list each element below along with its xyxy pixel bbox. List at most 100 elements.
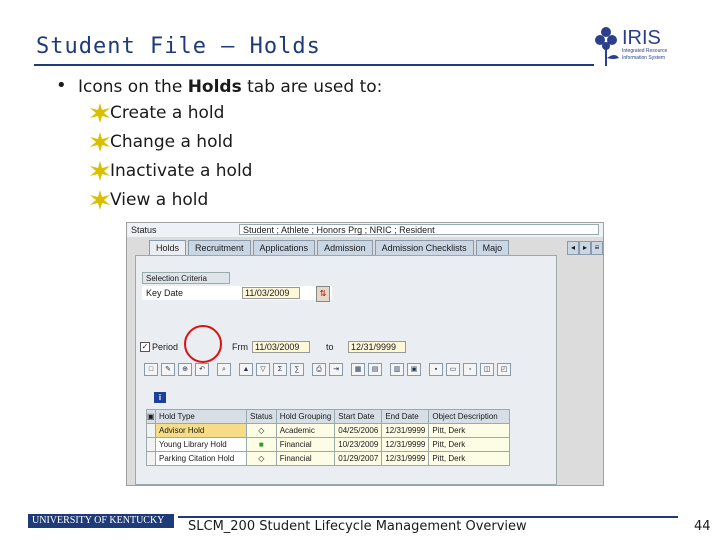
cell-end: 12/31/9999 (381, 423, 430, 438)
cell-description: Pitt, Derk (428, 451, 511, 466)
select-all-icon[interactable]: ▣ (146, 409, 156, 424)
cell-hold-type: Young Library Hold (155, 437, 247, 452)
star-bullet-icon (90, 132, 110, 152)
cell-hold-type: Advisor Hold (155, 423, 247, 438)
save-layout-icon[interactable]: ▣ (407, 362, 421, 376)
details-icon[interactable]: ◰ (497, 362, 511, 376)
cell-start: 01/29/2007 (334, 451, 383, 466)
tab-scroll-right-icon[interactable]: ▸ (579, 241, 591, 255)
from-date-input[interactable]: 11/03/2009 (252, 341, 310, 353)
table-row[interactable]: Young Library Hold ■ Financial 10/23/200… (146, 437, 511, 452)
table-header-row: ▣ Hold Type Status Hold Grouping Start D… (146, 409, 511, 424)
tab-admission-checklists[interactable]: Admission Checklists (374, 240, 474, 255)
period-checkbox[interactable]: ✓ (140, 342, 150, 352)
iris-logo: IRIS Integrated Resource Information Sys… (595, 27, 668, 66)
logo-subtitle-1: Integrated Resource (622, 48, 668, 54)
history-icon[interactable]: ◫ (480, 362, 494, 376)
period-label: Period (152, 342, 179, 352)
status-label: Status (131, 225, 157, 235)
star-bullet-icon (90, 103, 110, 123)
tab-admission[interactable]: Admission (317, 240, 373, 255)
footer-text: SLCM_200 Student Lifecycle Management Ov… (188, 519, 527, 534)
to-date-input[interactable]: 12/31/9999 (348, 341, 406, 353)
tab-holds[interactable]: Holds (149, 240, 187, 255)
sub-item-inactivate: Inactivate a hold (90, 161, 252, 181)
highlight-circle (184, 325, 222, 363)
row-selector[interactable] (146, 451, 156, 466)
cell-end: 12/31/9999 (381, 451, 430, 466)
cell-description: Pitt, Derk (428, 423, 511, 438)
cell-end: 12/31/9999 (381, 437, 430, 452)
attach-icon[interactable]: ▫ (463, 362, 477, 376)
cell-grouping: Financial (275, 451, 336, 466)
sub-item-view: View a hold (90, 190, 208, 210)
col-end-date[interactable]: End Date (381, 409, 430, 424)
key-date-row: Key Date 11/03/2009 (142, 286, 332, 300)
cell-start: 10/23/2009 (334, 437, 383, 452)
row-selector[interactable] (146, 437, 156, 452)
star-bullet-icon (90, 161, 110, 181)
col-object-description[interactable]: Object Description (428, 409, 511, 424)
sum-icon[interactable]: Σ (273, 362, 287, 376)
filter-icon[interactable]: ▽ (256, 362, 270, 376)
status-bar: Status Student ; Athlete ; Honors Prg ; … (127, 223, 603, 237)
print-icon[interactable]: ⎙ (312, 362, 326, 376)
holds-panel: Selection Criteria Key Date 11/03/2009 ⇅… (135, 255, 557, 485)
tab-list-icon[interactable]: ≡ (591, 241, 603, 255)
cell-hold-type: Parking Citation Hold (155, 451, 247, 466)
edit-icon[interactable]: ✎ (161, 362, 175, 376)
status-active-icon: ■ (246, 437, 277, 452)
status-value: Student ; Athlete ; Honors Prg ; NRIC ; … (239, 224, 599, 235)
cell-start: 04/25/2006 (334, 423, 383, 438)
key-date-label: Key Date (146, 288, 184, 298)
info-doc-icon[interactable]: ▭ (446, 362, 460, 376)
from-label: Frm (232, 342, 248, 352)
cell-grouping: Academic (275, 423, 336, 438)
holds-toolbar: □ ✎ ⊕ ↶ ⌕ ▲ ▽ Σ ∑ ⎙ ⇥ ▦ ▤ ▥ ▣ ▪ ▭ ▫ ◫ ◰ (144, 360, 574, 378)
cell-description: Pitt, Derk (428, 437, 511, 452)
col-hold-grouping[interactable]: Hold Grouping (275, 409, 336, 424)
export-icon[interactable]: ⇥ (329, 362, 343, 376)
page-number: 44 (694, 519, 711, 534)
sub-item-create: Create a hold (90, 103, 224, 123)
uk-logo: UNIVERSITY OF KENTUCKY (28, 514, 174, 528)
title-underline (34, 64, 594, 66)
col-start-date[interactable]: Start Date (334, 409, 383, 424)
status-inactive-icon: ◇ (246, 423, 277, 438)
tab-recruitment[interactable]: Recruitment (188, 240, 251, 255)
sub-item-change: Change a hold (90, 132, 233, 152)
logo-name: IRIS (622, 27, 661, 49)
row-selector[interactable] (146, 423, 156, 438)
create-hold-icon[interactable]: ⊕ (178, 362, 192, 376)
info-icon[interactable]: i (154, 392, 166, 403)
table-row[interactable]: Parking Citation Hold ◇ Financial 01/29/… (146, 451, 511, 466)
cell-grouping: Financial (275, 437, 336, 452)
key-date-input[interactable]: 11/03/2009 (242, 287, 300, 299)
new-icon[interactable]: □ (144, 362, 158, 376)
search-icon[interactable]: ⌕ (217, 362, 231, 376)
subtotal-icon[interactable]: ∑ (290, 362, 304, 376)
col-hold-type[interactable]: Hold Type (155, 409, 247, 424)
lock-icon[interactable]: ▪ (429, 362, 443, 376)
tab-applications[interactable]: Applications (252, 240, 316, 255)
grid-icon[interactable]: ▦ (351, 362, 365, 376)
col-status[interactable]: Status (246, 409, 277, 424)
refresh-icon[interactable]: ⇅ (316, 286, 330, 302)
holds-table: ▣ Hold Type Status Hold Grouping Start D… (146, 409, 511, 466)
tab-strip: Holds Recruitment Applications Admission… (149, 240, 511, 256)
table-row[interactable]: Advisor Hold ◇ Academic 04/25/2006 12/31… (146, 423, 511, 438)
select-layout-icon[interactable]: ▥ (390, 362, 404, 376)
sort-asc-icon[interactable]: ▲ (239, 362, 253, 376)
tab-majors[interactable]: Majo (475, 240, 510, 255)
selection-criteria-tab[interactable]: Selection Criteria (142, 272, 230, 284)
footer-rule (178, 516, 678, 518)
status-inactive-icon: ◇ (246, 451, 277, 466)
bullet-dot: • (56, 75, 67, 96)
undo-icon[interactable]: ↶ (195, 362, 209, 376)
tab-scroll-left-icon[interactable]: ◂ (567, 241, 579, 255)
layout-icon[interactable]: ▤ (368, 362, 382, 376)
to-label: to (326, 342, 334, 352)
logo-subtitle-2: Information System (622, 55, 665, 61)
star-bullet-icon (90, 190, 110, 210)
bullet-text: Icons on the Holds tab are used to: (78, 77, 383, 97)
